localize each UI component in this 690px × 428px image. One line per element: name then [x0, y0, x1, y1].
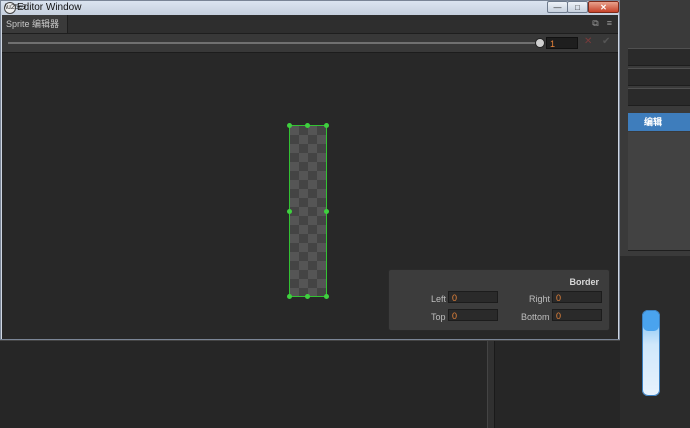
scrollbar-thumb[interactable]	[642, 310, 660, 396]
left-input[interactable]: 0	[448, 291, 498, 303]
tab-bar: Sprite 编辑器 ⧉ ≡	[2, 15, 618, 34]
app-icon: \u25c9	[4, 2, 26, 14]
right-label: Right	[529, 294, 551, 304]
resize-handle-top[interactable]	[305, 123, 310, 128]
resize-handle-right[interactable]	[324, 209, 329, 214]
border-panel: Border Left 0 Right 0 Top 0 Bottom 0	[388, 269, 610, 331]
background-row	[628, 88, 690, 106]
close-button[interactable]: ✕	[588, 1, 619, 13]
resize-handle-bottom-right[interactable]	[324, 294, 329, 299]
window-title: Editor Window	[17, 2, 82, 13]
maximize-button[interactable]: □	[567, 1, 588, 13]
right-input[interactable]: 0	[552, 291, 602, 303]
top-label: Top	[431, 312, 446, 322]
zoom-slider-track[interactable]	[8, 42, 538, 44]
bottom-label: Bottom	[521, 312, 550, 322]
revert-button[interactable]: ✕	[584, 36, 592, 47]
resize-handle-left[interactable]	[287, 209, 292, 214]
resize-handle-bottom-left[interactable]	[287, 294, 292, 299]
background-bottom-area	[0, 340, 620, 428]
resize-handle-top-right[interactable]	[324, 123, 329, 128]
top-input[interactable]: 0	[448, 309, 498, 321]
background-inspector-area	[628, 132, 690, 251]
menu-icon[interactable]: ≡	[607, 18, 612, 28]
border-title: Border	[569, 277, 599, 287]
sprite-preview[interactable]	[289, 125, 327, 297]
background-selected-item[interactable]: 编辑	[628, 113, 690, 131]
zoom-slider-knob[interactable]	[535, 38, 545, 48]
background-row	[628, 68, 690, 86]
background-splitter[interactable]	[487, 341, 495, 428]
zoom-input[interactable]: 1	[546, 37, 578, 49]
editor-toolbar: 1 ✕ ✔	[2, 34, 618, 53]
resize-handle-top-left[interactable]	[287, 123, 292, 128]
apply-button[interactable]: ✔	[602, 36, 610, 47]
popout-icon[interactable]: ⧉	[592, 18, 598, 28]
tab-actions: ⧉ ≡	[584, 18, 612, 29]
window-titlebar[interactable]: \u25c9 Editor Window — □ ✕	[1, 1, 619, 15]
left-label: Left	[431, 294, 447, 304]
resize-handle-bottom[interactable]	[305, 294, 310, 299]
tab-sprite-editor[interactable]: Sprite 编辑器	[2, 15, 68, 33]
bottom-input[interactable]: 0	[552, 309, 602, 321]
background-row	[628, 48, 690, 66]
minimize-button[interactable]: —	[547, 1, 568, 13]
